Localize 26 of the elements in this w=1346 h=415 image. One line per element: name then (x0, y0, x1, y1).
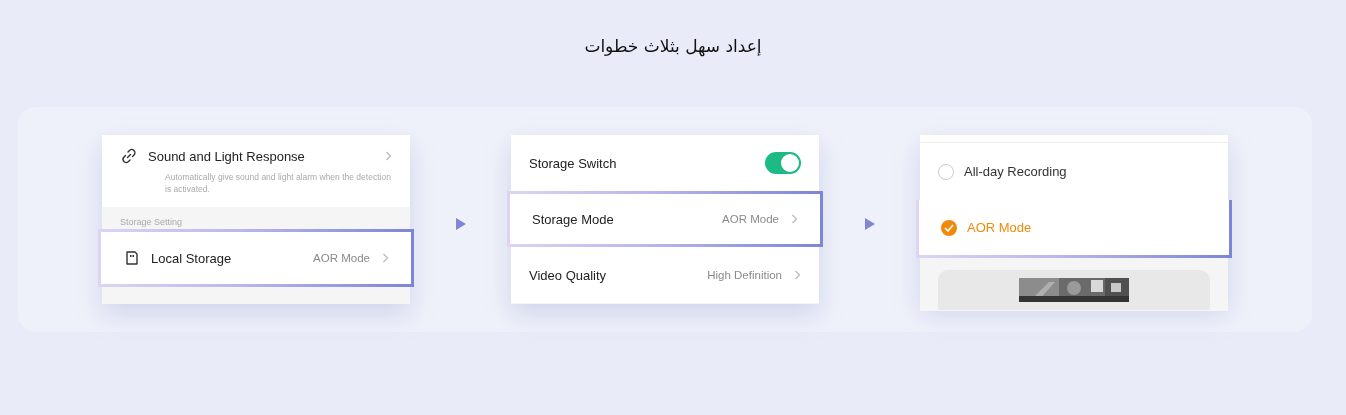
setting-label: Sound and Light Response (148, 148, 306, 164)
section-header: Storage Setting (120, 217, 183, 227)
settings-row[interactable]: Local Storage AOR Mode (98, 229, 414, 287)
page-title: إعداد سهل بثلاث خطوات (584, 36, 762, 56)
chevron-icon (791, 214, 798, 224)
option-label: AOR Mode (967, 220, 1033, 235)
setting-value: AOR Mode (722, 213, 779, 225)
check-icon (944, 223, 954, 232)
setting-label: Storage Mode (532, 211, 615, 227)
toggle-switch[interactable] (765, 152, 801, 174)
chevron-icon (385, 151, 392, 161)
setting-description: Automatically give sound and light alarm when the detection is activated. (164, 171, 392, 195)
chevron-icon (794, 270, 801, 280)
radio-button[interactable] (941, 219, 957, 236)
arrow-icon (455, 218, 466, 230)
setting-value: AOR Mode (313, 252, 370, 264)
settings-row[interactable]: Storage Mode AOR Mode (507, 191, 823, 247)
option-label: All-day Recording (964, 164, 1068, 179)
sd-card-icon (123, 249, 141, 267)
chevron-icon (382, 253, 389, 263)
link-icon (120, 147, 138, 165)
setting-label: Video Quality (529, 267, 608, 283)
arrow-icon (864, 218, 875, 230)
setting-label: Storage Switch (529, 155, 618, 171)
setting-label: Local Storage (151, 250, 233, 266)
setting-value: High Definition (707, 269, 782, 281)
